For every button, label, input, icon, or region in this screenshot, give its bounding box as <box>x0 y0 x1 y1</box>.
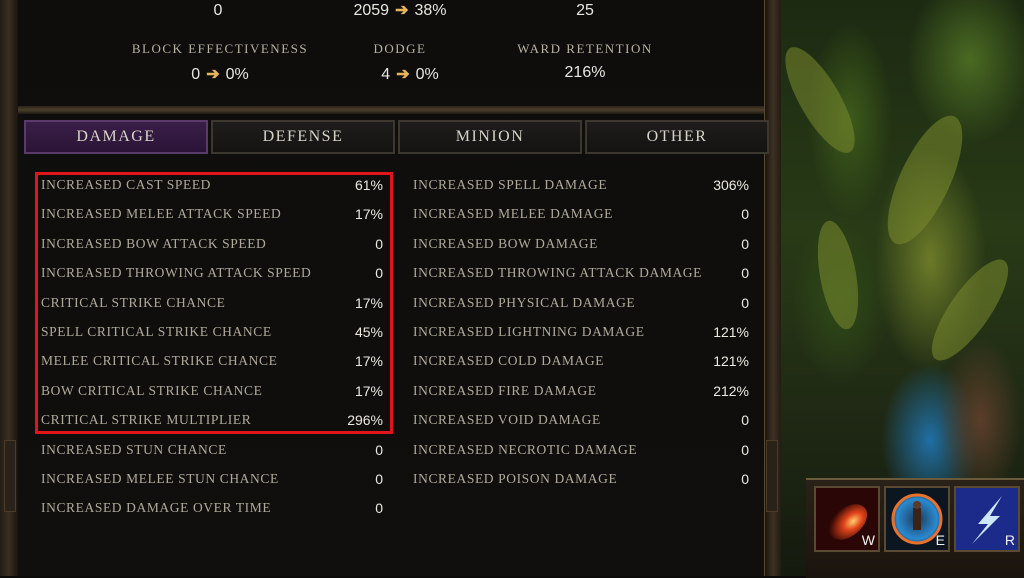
stat-label: INCREASED VOID DAMAGE <box>413 412 601 428</box>
arrow-right-icon: ➔ <box>396 66 410 83</box>
stat-value: 0 <box>741 412 749 429</box>
stat-value: 0 <box>741 441 749 458</box>
arrow-right-icon: ➔ <box>206 66 220 83</box>
stat-row: INCREASED VOID DAMAGE 0 <box>413 409 749 431</box>
stat-value: 121% <box>713 353 749 370</box>
stat-label: INCREASED PHYSICAL DAMAGE <box>413 294 636 310</box>
stat-label: INCREASED STUN CHANCE <box>41 441 227 457</box>
stat-label: INCREASED POISON DAMAGE <box>413 471 618 486</box>
top-stat-value: 0 <box>213 2 223 19</box>
block-effectiveness-label: BLOCK EFFECTIVENESS <box>131 41 309 56</box>
stat-value: 0 <box>741 294 749 311</box>
stat-value: 212% <box>713 382 749 399</box>
tab-damage[interactable]: DAMAGE <box>24 120 208 154</box>
stat-label: INCREASED MELEE DAMAGE <box>413 206 613 222</box>
stat-value: 0 <box>741 206 749 223</box>
skill-slot[interactable]: R <box>954 486 1020 552</box>
tab-minion[interactable]: MINION <box>398 120 582 154</box>
stat-label: INCREASED THROWING ATTACK DAMAGE <box>413 265 702 281</box>
section-divider <box>18 106 764 114</box>
stat-row: INCREASED POISON DAMAGE 0 <box>413 468 749 490</box>
stat-value: 306% <box>713 177 749 193</box>
stat-row: INCREASED BOW DAMAGE 0 <box>413 233 749 255</box>
ward-retention-label: WARD RETENTION <box>517 41 653 56</box>
stat-row: INCREASED LIGHTNING DAMAGE 121% <box>413 321 749 343</box>
stat-row: INCREASED COLD DAMAGE 121% <box>413 350 749 372</box>
frame-ornament <box>766 440 778 512</box>
stat-row: INCREASED PHYSICAL DAMAGE 0 <box>413 292 749 314</box>
stat-value: 0 <box>375 471 383 487</box>
stat-row: INCREASED NECROTIC DAMAGE 0 <box>413 439 749 461</box>
stat-row: INCREASED THROWING ATTACK DAMAGE 0 <box>413 262 749 284</box>
stat-label: INCREASED DAMAGE OVER TIME <box>41 500 272 516</box>
ward-retention-value: 216% <box>564 64 606 81</box>
top-stat-value: 2059 ➔ 38% <box>353 2 447 19</box>
stat-label: INCREASED SPELL DAMAGE <box>413 177 608 192</box>
block-effectiveness-value: 0 ➔ 0% <box>191 66 249 83</box>
highlight-box <box>35 172 393 434</box>
stat-label: INCREASED FIRE DAMAGE <box>413 382 597 398</box>
dodge-value: 4 ➔ 0% <box>381 66 439 83</box>
stat-label: INCREASED MELEE STUN CHANCE <box>41 471 279 486</box>
stat-row: INCREASED MELEE STUN CHANCE 0 <box>41 468 383 490</box>
stat-row: INCREASED FIRE DAMAGE 212% <box>413 380 749 402</box>
tab-other[interactable]: OTHER <box>585 120 769 154</box>
skill-hotkey-label: E <box>935 532 945 548</box>
stat-label: INCREASED LIGHTNING DAMAGE <box>413 324 645 339</box>
skill-slot[interactable]: W <box>814 486 880 552</box>
stat-label: INCREASED NECROTIC DAMAGE <box>413 441 638 457</box>
stat-value: 0 <box>741 471 749 487</box>
stat-value: 0 <box>375 441 383 458</box>
arrow-right-icon: ➔ <box>395 2 409 19</box>
frame-ornament <box>4 440 16 512</box>
top-stat-value: 25 <box>576 2 594 19</box>
skill-hotkey-label: W <box>861 532 875 548</box>
tab-defense[interactable]: DEFENSE <box>211 120 395 154</box>
stat-label: INCREASED COLD DAMAGE <box>413 353 605 369</box>
stat-row: INCREASED SPELL DAMAGE 306% <box>413 174 749 196</box>
skill-hotkey-label: R <box>1004 532 1015 548</box>
stat-value: 0 <box>741 235 749 252</box>
stat-label: INCREASED BOW DAMAGE <box>413 235 599 251</box>
stat-row: INCREASED STUN CHANCE 0 <box>41 439 383 461</box>
stat-row: INCREASED DAMAGE OVER TIME 0 <box>41 497 383 519</box>
stat-value: 121% <box>713 324 749 340</box>
stat-row: INCREASED MELEE DAMAGE 0 <box>413 203 749 225</box>
stat-value: 0 <box>375 500 383 517</box>
stat-value: 0 <box>741 265 749 282</box>
skill-slot[interactable]: E <box>884 486 950 552</box>
dodge-label: DODGE <box>373 41 427 56</box>
character-stats-panel: 0 2059 ➔ 38% 25 BLOCK EFFECTIVENESS DODGE … <box>0 0 781 576</box>
